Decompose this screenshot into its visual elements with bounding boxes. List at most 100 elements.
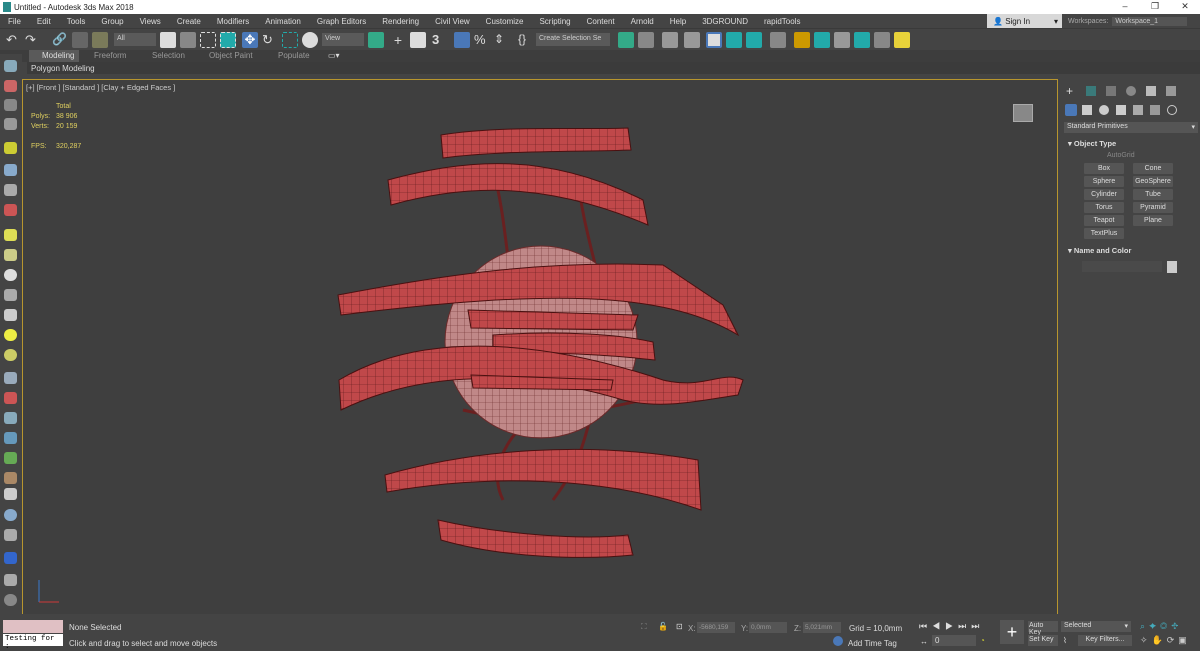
placement-icon[interactable] (302, 32, 318, 48)
select-manipulate-icon[interactable]: + (390, 32, 406, 48)
object-color-swatch[interactable] (1167, 261, 1177, 273)
maxscript-input[interactable]: Testing for : (3, 634, 63, 651)
angle-snap-icon[interactable] (454, 32, 470, 48)
render-cloud-icon[interactable] (854, 32, 870, 48)
render-setup-icon[interactable] (794, 32, 810, 48)
sculpt-icon[interactable] (4, 412, 17, 424)
schematic-view-icon[interactable] (746, 32, 762, 48)
viewport-nav-controls[interactable]: ⌕✦◎✥ (1140, 621, 1182, 632)
teapot-button[interactable]: Teapot (1084, 215, 1124, 226)
camera-icon[interactable] (4, 164, 17, 176)
tab-modeling[interactable]: Modeling (42, 51, 74, 60)
menu-content[interactable]: Content (579, 17, 623, 26)
absolute-mode-icon[interactable]: ⊡ (676, 622, 683, 631)
brush-icon[interactable] (4, 392, 17, 404)
polygon-modeling-panel[interactable]: Polygon Modeling (27, 62, 1200, 74)
cone-button[interactable]: Cone (1133, 163, 1173, 174)
x-coordinate[interactable]: -5680,159 (697, 622, 735, 633)
orb-icon[interactable] (4, 509, 17, 521)
isolate-icon[interactable]: ⛶ (641, 622, 647, 632)
front-viewport[interactable]: [+] [Front ] [Standard ] [Clay + Edged F… (22, 79, 1058, 615)
plane-icon[interactable] (4, 249, 17, 261)
time-config-icon[interactable]: ↔ (920, 637, 928, 646)
layer-explorer-icon[interactable] (684, 32, 700, 48)
playback-controls[interactable]: ⏮◀▶⏭⏭ (919, 621, 984, 632)
mirror-icon[interactable] (618, 32, 634, 48)
object-name-input[interactable] (1082, 261, 1162, 272)
box-icon[interactable] (4, 229, 17, 241)
workspace-selector[interactable]: Workspaces: Workspace_1 (1068, 14, 1200, 28)
sign-in-button[interactable]: 👤 Sign In ▾ (987, 14, 1062, 28)
select-object-icon[interactable] (160, 32, 176, 48)
modify-tab-icon[interactable] (1086, 86, 1096, 96)
redo-icon[interactable]: ↷ (25, 32, 41, 48)
snapshot-icon[interactable] (4, 552, 17, 564)
sphere-icon[interactable] (4, 269, 17, 281)
torus-icon[interactable] (4, 289, 17, 301)
cameras-icon[interactable] (1116, 105, 1126, 115)
rotate-icon[interactable]: ↻ (262, 32, 278, 48)
key-filters-button[interactable]: Key Filters... (1078, 635, 1132, 646)
helper-icon[interactable] (4, 184, 17, 196)
current-frame-input[interactable]: 0 (932, 635, 976, 646)
geometry-icon[interactable] (1065, 104, 1077, 116)
menu-rapidtools[interactable]: rapidTools (756, 17, 808, 26)
time-tag-icon[interactable] (833, 636, 843, 646)
shapes-icon[interactable] (1082, 105, 1092, 115)
time-config-button[interactable]: ◔ (980, 636, 985, 645)
file-icon[interactable] (4, 574, 17, 586)
menu-graph-editors[interactable]: Graph Editors (309, 17, 374, 26)
link-icon[interactable]: 🔗 (52, 32, 68, 48)
sphere-button[interactable]: Sphere (1084, 176, 1124, 187)
snap-toggle-icon[interactable]: 3 (432, 32, 448, 48)
grid-icon[interactable] (4, 118, 17, 130)
lock-icon[interactable]: 🔓 (658, 622, 668, 631)
minimize-button[interactable]: – (1110, 1, 1140, 11)
z-coordinate[interactable]: 5,021mm (803, 622, 841, 633)
list-icon[interactable] (4, 99, 17, 111)
systems-icon[interactable] (1167, 105, 1177, 115)
menu-customize[interactable]: Customize (478, 17, 532, 26)
name-and-color-rollout[interactable]: ▾ Name and Color (1068, 246, 1131, 255)
toggle-ribbon-icon[interactable] (706, 32, 722, 48)
curve-editor-icon[interactable] (726, 32, 742, 48)
key-mode-dropdown[interactable]: Selected ▾ (1061, 621, 1131, 632)
edit-named-selection-icon[interactable]: {} (518, 32, 534, 48)
rock-icon[interactable] (4, 472, 17, 484)
maxscript-listener[interactable] (3, 620, 63, 633)
cone-icon[interactable] (4, 309, 17, 321)
hierarchy-tab-icon[interactable] (1106, 86, 1116, 96)
undo-icon[interactable]: ↶ (6, 32, 22, 48)
scale-icon[interactable] (282, 32, 298, 48)
auto-key-button[interactable]: Auto Key (1028, 621, 1058, 636)
key-tangent-icon[interactable]: ⌇ (1063, 636, 1067, 645)
spacewarps-icon[interactable] (1150, 105, 1160, 115)
system-icon[interactable] (4, 204, 17, 216)
spinner-snap-icon[interactable]: ⇕ (494, 32, 510, 48)
menu-create[interactable]: Create (169, 17, 209, 26)
viewport-layout-icon[interactable] (874, 32, 890, 48)
set-key-button[interactable]: Set Key (1028, 635, 1058, 646)
y-coordinate[interactable]: 0,0mm (749, 622, 787, 633)
plant-icon[interactable] (4, 452, 17, 464)
move-icon[interactable]: ✥ (242, 32, 258, 48)
light-icon[interactable] (4, 142, 17, 154)
tab-populate[interactable]: Populate (278, 51, 310, 60)
menu-tools[interactable]: Tools (59, 17, 94, 26)
select-by-name-icon[interactable] (180, 32, 196, 48)
ref-coord-dropdown[interactable]: View (322, 33, 364, 46)
tab-object-paint[interactable]: Object Paint (209, 51, 253, 60)
unlink-icon[interactable] (72, 32, 88, 48)
selection-set-dropdown[interactable]: Create Selection Se (536, 33, 610, 46)
cursor-icon[interactable] (4, 488, 17, 500)
create-tab-icon[interactable]: + (1066, 84, 1073, 98)
close-button[interactable]: ✕ (1170, 1, 1200, 12)
restore-button[interactable]: ❐ (1140, 1, 1170, 12)
cylinder-button[interactable]: Cylinder (1084, 189, 1124, 200)
menu-help[interactable]: Help (662, 17, 694, 26)
sun-icon[interactable] (4, 329, 17, 341)
keyboard-shortcut-icon[interactable] (410, 32, 426, 48)
display-tab-icon[interactable] (1146, 86, 1156, 96)
create-icon[interactable] (4, 80, 17, 92)
menu-scripting[interactable]: Scripting (531, 17, 578, 26)
